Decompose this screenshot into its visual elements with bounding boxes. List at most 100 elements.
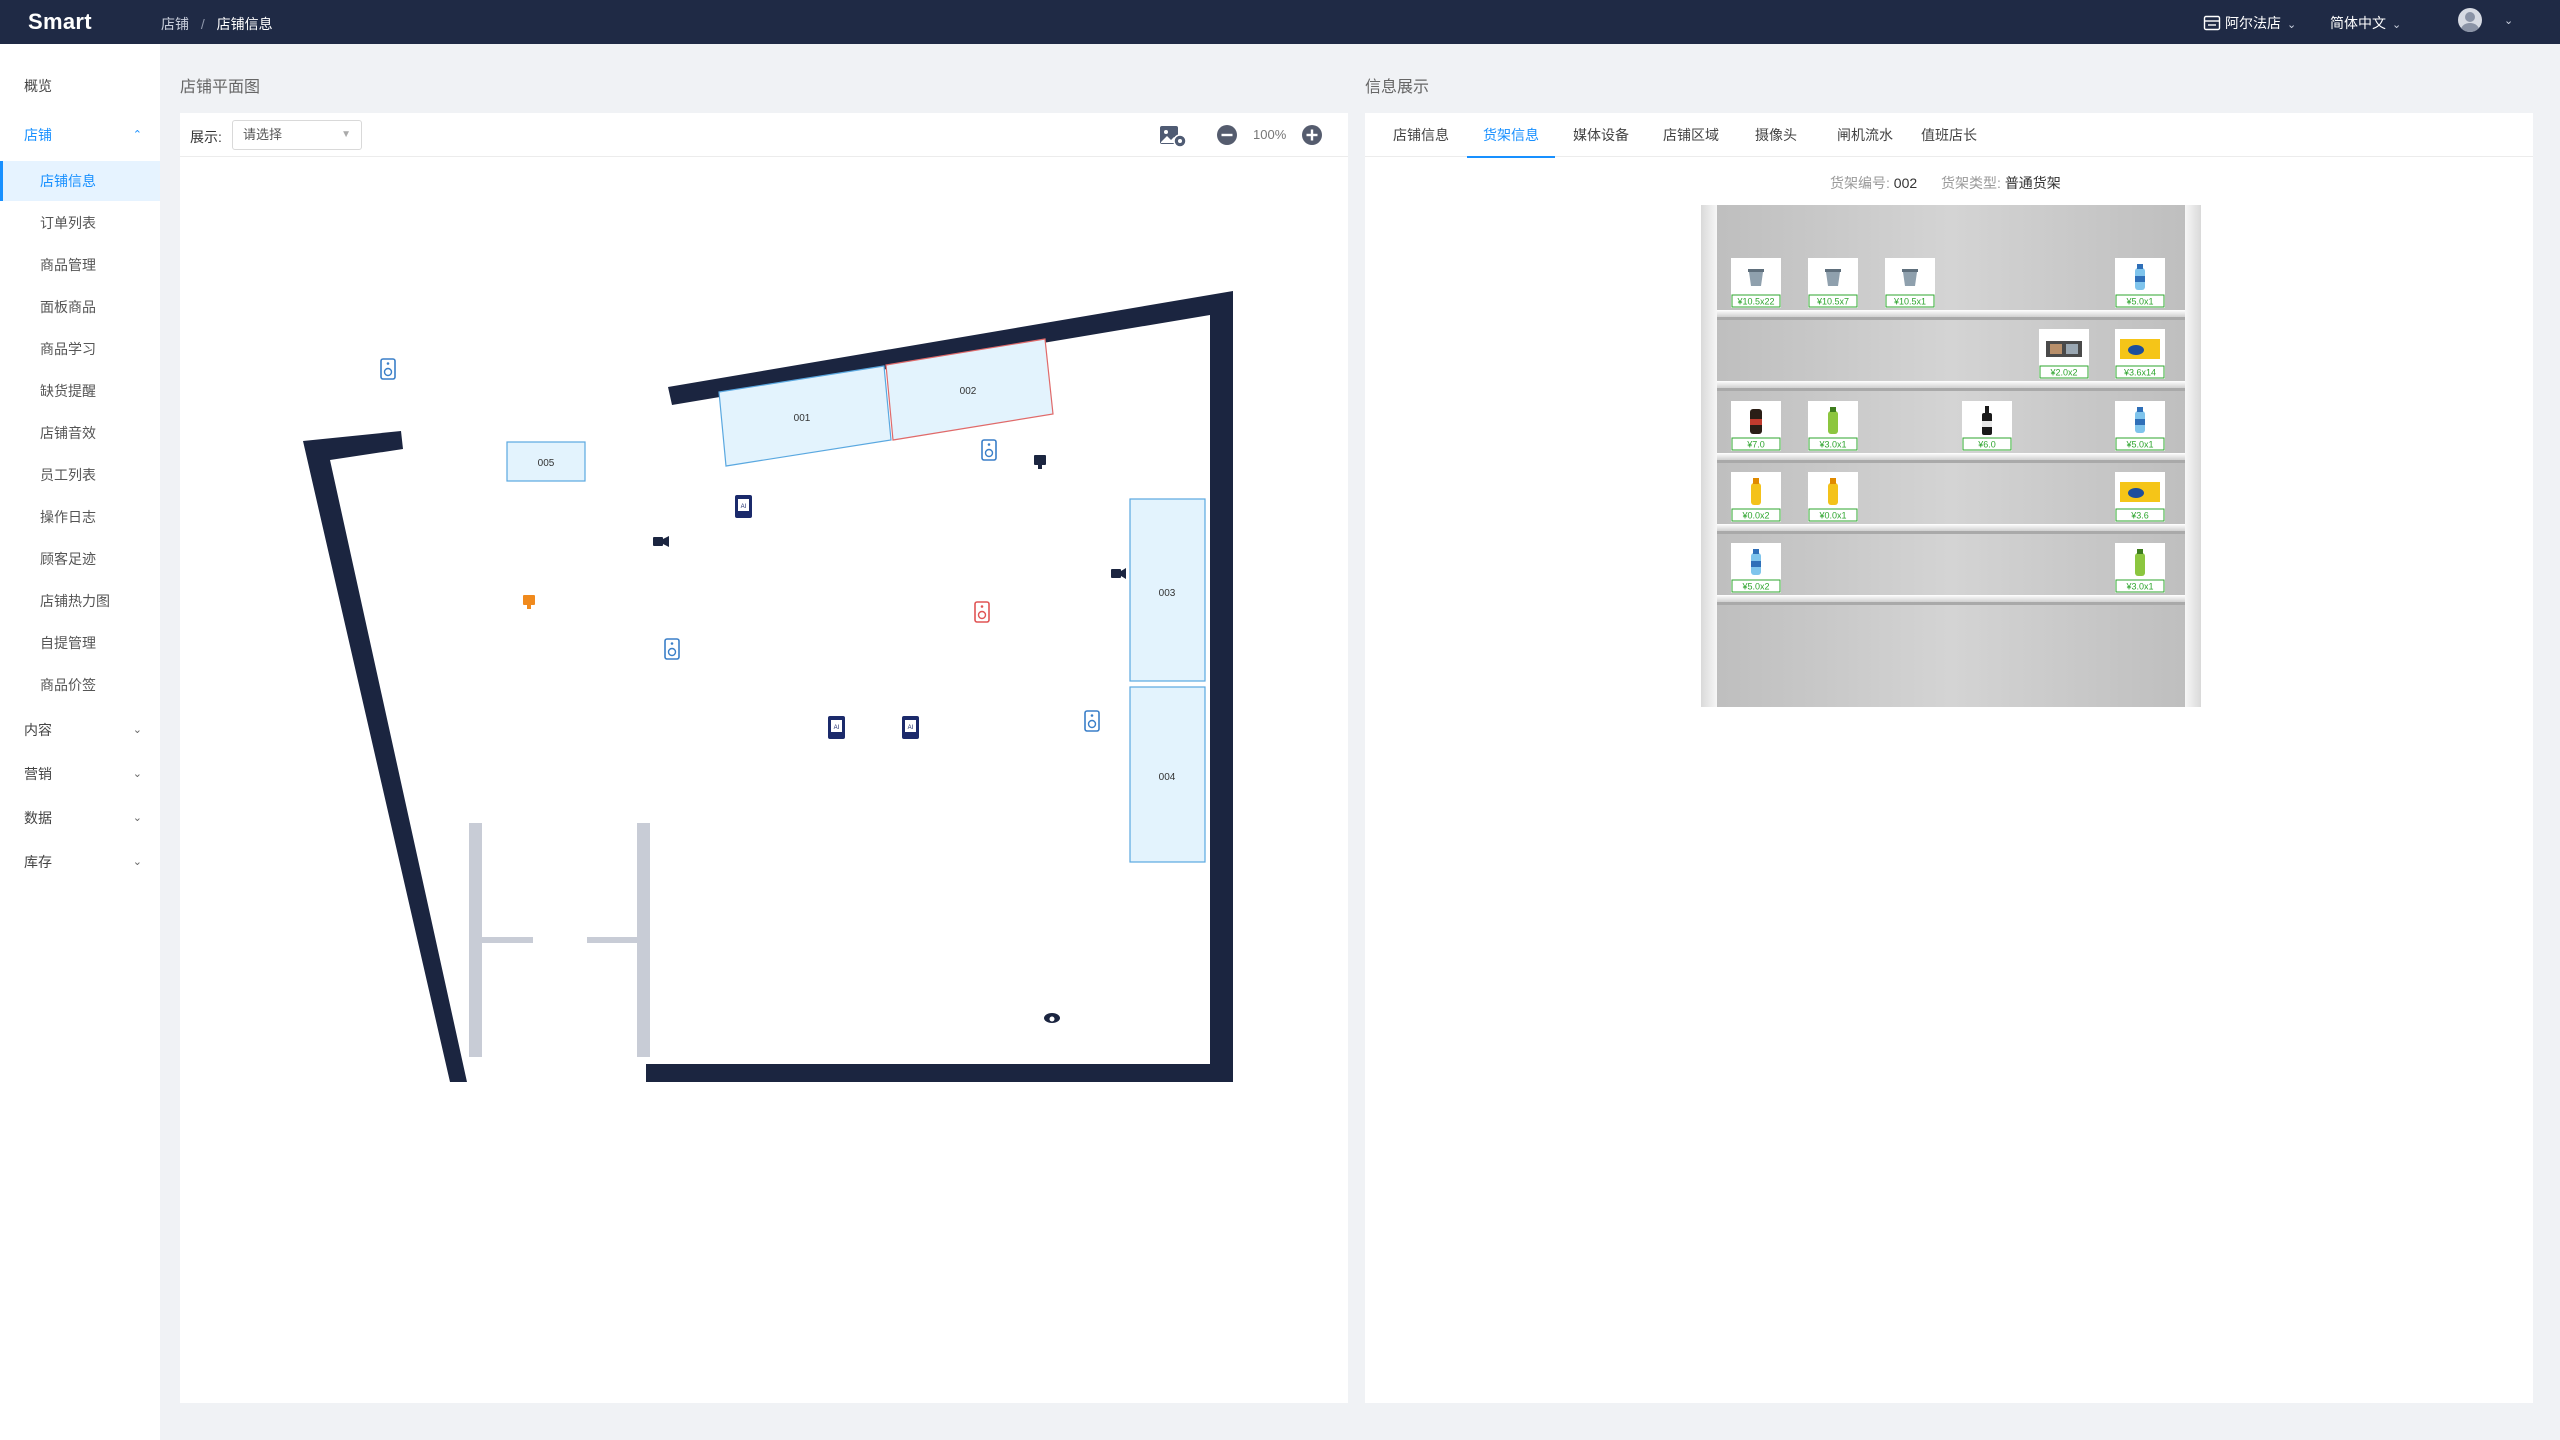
price-tag-text: ¥10.5x7: [1816, 297, 1849, 307]
language-label: 简体中文: [2330, 15, 2386, 31]
shelf-005[interactable]: 005: [506, 441, 586, 482]
sidebar-item-products[interactable]: 商品管理: [0, 245, 160, 285]
chevron-down-icon: ⌄: [2392, 18, 2402, 31]
top-bar: Smart 店铺 / 店铺信息 阿尔法店 ⌄ 简体中文 ⌄ ⌄: [0, 0, 2560, 44]
display-label: 展示:: [190, 129, 222, 145]
camera-icon[interactable]: [653, 536, 669, 547]
sidebar-item-stock-alert[interactable]: 缺货提醒: [0, 371, 160, 411]
breadcrumb-separator: /: [200, 16, 205, 32]
speaker-icon[interactable]: [1084, 710, 1100, 732]
map-panel-title: 店铺平面图: [180, 79, 261, 96]
breadcrumb: 店铺 / 店铺信息: [161, 14, 273, 34]
price-tag-text: ¥3.0x1: [2125, 582, 2153, 592]
dome-camera-icon[interactable]: [1044, 1013, 1060, 1023]
sidebar-item-inventory[interactable]: 库存 ⌄: [0, 842, 160, 882]
sidebar-item-customer-trail[interactable]: 顾客足迹: [0, 539, 160, 579]
price-tag-text: ¥5.0x1: [2125, 297, 2153, 307]
sidebar-item-pickup[interactable]: 自提管理: [0, 623, 160, 663]
shelf-product-cup[interactable]: ¥10.5x1: [1885, 258, 1935, 308]
shelf-003[interactable]: 003: [1129, 498, 1206, 682]
speaker-icon[interactable]: [380, 358, 396, 380]
ai-screen-label: AI: [908, 725, 914, 731]
image-settings-icon[interactable]: [1158, 123, 1188, 149]
chevron-down-icon: ⌄: [132, 724, 142, 736]
shelf-product-juice[interactable]: ¥0.0x1: [1808, 472, 1858, 522]
sidebar-item-store-info[interactable]: 店铺信息: [0, 161, 160, 201]
shelf-001-label: 001: [794, 413, 811, 424]
shelf-product-cola[interactable]: ¥7.0: [1731, 401, 1781, 451]
info-panel: 店铺信息 货架信息 媒体设备 店铺区域 摄像头 闸机流水 值班店长 货架编号: …: [1365, 113, 2533, 1403]
tab-shelf-info[interactable]: 货架信息: [1467, 113, 1555, 158]
sidebar-item-product-learning[interactable]: 商品学习: [0, 329, 160, 369]
sidebar-item-staff[interactable]: 员工列表: [0, 455, 160, 495]
shelf-product-cup[interactable]: ¥10.5x7: [1808, 258, 1858, 308]
sensor-icon[interactable]: [523, 595, 535, 609]
user-menu[interactable]: ⌄: [2458, 8, 2513, 32]
ai-screen-icon[interactable]: AI: [902, 716, 919, 739]
shelf-product-water[interactable]: ¥5.0x1: [2115, 401, 2165, 451]
ai-screen-icon[interactable]: AI: [735, 495, 752, 518]
ai-screen-icon[interactable]: AI: [828, 716, 845, 739]
breadcrumb-store[interactable]: 店铺: [161, 16, 189, 32]
shelf-product-tea[interactable]: ¥3.0x1: [2115, 543, 2165, 593]
sidebar-item-label: 店铺热力图: [40, 593, 110, 609]
sidebar-item-store-sound[interactable]: 店铺音效: [0, 413, 160, 453]
sidebar-item-label: 缺货提醒: [40, 383, 96, 399]
sidebar-item-panel-products[interactable]: 面板商品: [0, 287, 160, 327]
price-tag-text: ¥0.0x1: [1818, 511, 1846, 521]
tab-gate-records[interactable]: 闸机流水: [1821, 113, 1909, 157]
info-panel-title: 信息展示: [1365, 79, 1430, 96]
sidebar-item-label: 数据: [24, 810, 52, 826]
price-tag-text: ¥2.0x2: [2049, 368, 2077, 378]
door-bar-right: [587, 937, 637, 943]
chevron-up-icon: ⌃: [132, 129, 142, 141]
price-tag-text: ¥3.6: [2130, 511, 2149, 521]
tab-store-info[interactable]: 店铺信息: [1377, 113, 1465, 157]
tab-shift-manager[interactable]: 值班店长: [1905, 113, 1993, 157]
brand-logo[interactable]: Smart: [28, 9, 92, 35]
price-tag-text: ¥10.5x22: [1736, 297, 1774, 307]
sidebar-item-label: 商品学习: [40, 341, 96, 357]
shelf-product-water[interactable]: ¥5.0x2: [1731, 543, 1781, 593]
zoom-in-icon[interactable]: [1301, 124, 1323, 146]
sidebar-item-marketing[interactable]: 营销 ⌄: [0, 754, 160, 794]
tab-cameras[interactable]: 摄像头: [1739, 113, 1813, 157]
camera-icon[interactable]: [1111, 568, 1126, 579]
shelf-004[interactable]: 004: [1129, 686, 1206, 863]
monitor-icon[interactable]: [1034, 455, 1046, 469]
door-post-left: [469, 823, 482, 1057]
speaker-selected-icon[interactable]: [974, 601, 990, 623]
speaker-icon[interactable]: [664, 638, 680, 660]
speaker-icon[interactable]: [981, 439, 997, 461]
language-selector[interactable]: 简体中文 ⌄: [2330, 13, 2401, 33]
store-selector[interactable]: 阿尔法店 ⌄: [2203, 13, 2296, 33]
sidebar-item-store[interactable]: 店铺 ⌃: [0, 115, 160, 155]
sidebar-item-price-tags[interactable]: 商品价签: [0, 665, 160, 705]
shelf-product-box[interactable]: ¥2.0x2: [2039, 329, 2089, 379]
sidebar-item-orders[interactable]: 订单列表: [0, 203, 160, 243]
tab-store-areas[interactable]: 店铺区域: [1647, 113, 1735, 157]
shelf-product-juice[interactable]: ¥0.0x2: [1731, 472, 1781, 522]
shelf-product-snack[interactable]: ¥3.6: [2115, 472, 2165, 522]
shelf-product-cup[interactable]: ¥10.5x22: [1731, 258, 1781, 308]
door-bar-left: [482, 937, 533, 943]
shelf-illustration: ¥10.5x22 ¥10.5x7 ¥10.5x1 ¥5.0x1 ¥2.0x2 ¥3.6x1…: [1701, 205, 2201, 707]
store-icon: [2203, 15, 2221, 31]
price-tag-text: ¥3.6x14: [2123, 368, 2156, 378]
zoom-out-icon[interactable]: [1216, 124, 1238, 146]
sidebar-item-heatmap[interactable]: 店铺热力图: [0, 581, 160, 621]
sidebar-item-label: 店铺信息: [40, 173, 96, 189]
sidebar-item-label: 订单列表: [40, 215, 96, 231]
ai-screen-label: AI: [834, 725, 840, 731]
sidebar-item-overview[interactable]: 概览: [0, 66, 160, 106]
display-select[interactable]: 请选择 ▼: [232, 120, 362, 150]
sidebar-item-logs[interactable]: 操作日志: [0, 497, 160, 537]
shelf-product-snack[interactable]: ¥3.6x14: [2115, 329, 2165, 379]
shelf-product-water[interactable]: ¥5.0x1: [2115, 258, 2165, 308]
shelf-product-soy[interactable]: ¥6.0: [1962, 401, 2012, 451]
sidebar-item-content[interactable]: 内容 ⌄: [0, 710, 160, 750]
tab-media-devices[interactable]: 媒体设备: [1557, 113, 1645, 157]
sidebar-item-data[interactable]: 数据 ⌄: [0, 798, 160, 838]
shelf-product-tea[interactable]: ¥3.0x1: [1808, 401, 1858, 451]
display-select-value: 请选择: [243, 127, 283, 142]
